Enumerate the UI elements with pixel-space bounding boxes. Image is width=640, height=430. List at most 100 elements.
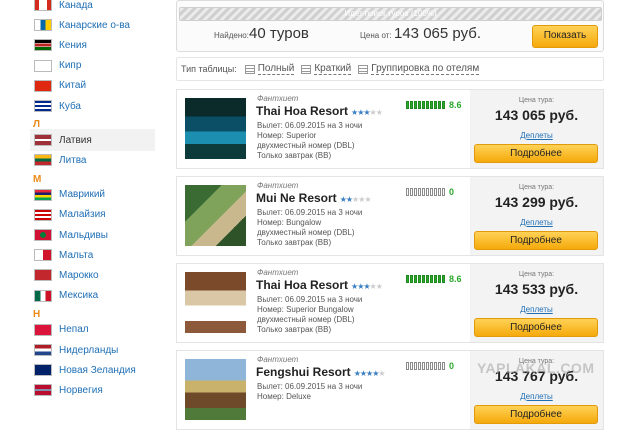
search-summary: Идет поиск туров (100%) Найдено: 40 туро… xyxy=(176,0,604,52)
departure-info: Вылет: 06.09.2015 на 3 ночи xyxy=(257,208,363,217)
country-name: Норвегия xyxy=(59,384,103,396)
star-rating-icon: ★★★★★ xyxy=(351,282,383,291)
rating-segment xyxy=(434,101,437,109)
found-label: Найдено: xyxy=(214,31,249,40)
country-item-maldives[interactable]: Мальдивы xyxy=(34,226,108,244)
mexico-flag-icon xyxy=(34,289,52,302)
rating-segment xyxy=(442,101,445,109)
table-type-grouped[interactable]: Группировка по отелям xyxy=(358,63,480,75)
hotel-name-row: Thai Hoa Resort ★★★★★ xyxy=(256,104,383,118)
rating-segment xyxy=(430,362,433,370)
hotel-photo[interactable] xyxy=(185,272,246,333)
country-name: Кипр xyxy=(59,60,82,72)
hotel-name[interactable]: Fengshui Resort xyxy=(256,365,351,379)
show-button[interactable]: Показать xyxy=(532,25,598,48)
list-icon xyxy=(358,64,369,74)
more-details-button[interactable]: Подробнее xyxy=(474,231,598,250)
letter-heading: Л xyxy=(33,119,41,131)
country-item-new-zealand[interactable]: Новая Зеландия xyxy=(34,361,136,379)
rating-segment xyxy=(438,101,441,109)
country-name: Новая Зеландия xyxy=(59,364,136,376)
more-details-button[interactable]: Подробнее xyxy=(474,405,598,424)
list-icon xyxy=(301,64,312,74)
details-link[interactable]: Деплеты xyxy=(470,305,603,314)
country-item-canada[interactable]: Канада xyxy=(34,0,93,14)
search-progress-bar: Идет поиск туров (100%) xyxy=(179,7,602,21)
nepal-flag-icon xyxy=(34,323,52,336)
rating-segment xyxy=(422,275,425,283)
price-from-label: Цена от: xyxy=(360,31,392,40)
rating-segment xyxy=(438,275,441,283)
tour-price: 143 533 руб. xyxy=(494,281,579,297)
more-details-button[interactable]: Подробнее xyxy=(474,144,598,163)
country-item-lithuania[interactable]: Литва xyxy=(34,151,87,169)
hotel-photo[interactable] xyxy=(185,359,246,420)
hotel-photo[interactable] xyxy=(185,185,246,246)
mauritius-flag-icon xyxy=(34,188,52,201)
hotel-name[interactable]: Thai Hoa Resort xyxy=(256,278,348,292)
tour-price: 143 065 руб. xyxy=(494,107,579,123)
price-box: Цена тура: 143 533 руб. Деплеты Подробнее xyxy=(470,264,603,342)
tour-price-label: Цена тура: xyxy=(518,184,555,191)
canada-flag-icon xyxy=(34,0,52,11)
price-from-value: 143 065 руб. xyxy=(394,25,481,42)
rating-segment xyxy=(426,188,429,196)
hotel-name[interactable]: Thai Hoa Resort xyxy=(256,104,348,118)
malaysia-flag-icon xyxy=(34,208,52,221)
room-info: Номер: Bungalow xyxy=(257,218,322,227)
country-name: Непал xyxy=(59,324,89,336)
departure-info: Вылет: 06.09.2015 на 3 ночи xyxy=(257,382,363,391)
tour-price-label: Цена тура: xyxy=(518,97,555,104)
latvia-flag-icon xyxy=(34,134,52,147)
table-type-full[interactable]: Полный xyxy=(244,63,295,75)
country-item-netherlands[interactable]: Нидерланды xyxy=(34,341,118,359)
price-box: Цена тура: 143 065 руб. Деплеты Подробнее xyxy=(470,90,603,168)
country-item-latvia[interactable]: Латвия xyxy=(30,129,155,152)
list-icon xyxy=(244,64,255,74)
country-name: Китай xyxy=(59,80,87,92)
country-item-mauritius[interactable]: Маврикий xyxy=(34,186,105,204)
kenya-flag-icon xyxy=(34,39,52,52)
country-item-mexico[interactable]: Мексика xyxy=(34,287,98,305)
meal-info: Только завтрак (BB) xyxy=(257,151,332,160)
hotel-card: Фантхиет Thai Hoa Resort ★★★★★ Вылет: 06.09… xyxy=(176,89,604,169)
hotel-rating-bar: 0 xyxy=(406,361,454,371)
rating-segment xyxy=(430,188,433,196)
country-item-morocco[interactable]: Марокко xyxy=(34,266,99,284)
country-item-china[interactable]: Китай xyxy=(34,77,86,95)
tour-price-label: Цена тура: xyxy=(518,271,555,278)
rating-segment xyxy=(422,101,425,109)
rating-segment xyxy=(414,188,417,196)
more-details-button[interactable]: Подробнее xyxy=(474,318,598,337)
watermark: YAPLAKAL.COM xyxy=(477,360,595,376)
country-item-cyprus[interactable]: Кипр xyxy=(34,57,81,75)
rating-segment xyxy=(406,101,409,109)
country-item-cuba[interactable]: Куба xyxy=(34,97,81,115)
table-type-short[interactable]: Краткий xyxy=(301,63,352,75)
tour-operator: Фантхиет xyxy=(257,268,299,277)
country-item-kenya[interactable]: Кения xyxy=(34,36,87,54)
rating-segment xyxy=(430,275,433,283)
canary-flag-icon xyxy=(34,19,52,32)
rating-segment xyxy=(438,188,441,196)
country-item-nepal[interactable]: Непал xyxy=(34,321,89,339)
details-link[interactable]: Деплеты xyxy=(470,218,603,227)
hotel-photo[interactable] xyxy=(185,98,246,159)
tour-price: 143 299 руб. xyxy=(494,194,579,210)
hotel-name-row: Thai Hoa Resort ★★★★★ xyxy=(256,278,383,292)
country-item-malta[interactable]: Мальта xyxy=(34,246,93,264)
country-name: Канарские о-ва xyxy=(59,19,130,31)
lithuania-flag-icon xyxy=(34,154,52,167)
details-link[interactable]: Деплеты xyxy=(470,131,603,140)
rating-segment xyxy=(406,188,409,196)
hotel-name[interactable]: Mui Ne Resort xyxy=(256,191,337,205)
rating-segment xyxy=(434,188,437,196)
country-item-malaysia[interactable]: Малайзия xyxy=(34,206,106,224)
rating-segment xyxy=(410,188,413,196)
country-item-canary[interactable]: Канарские о-ва xyxy=(34,16,130,34)
rating-segment xyxy=(442,362,445,370)
rating-segment xyxy=(422,362,425,370)
rating-value: 0 xyxy=(449,187,455,197)
hotel-rating-bar: 0 xyxy=(406,187,454,197)
occupancy-info: двухместный номер (DBL) xyxy=(257,228,355,237)
